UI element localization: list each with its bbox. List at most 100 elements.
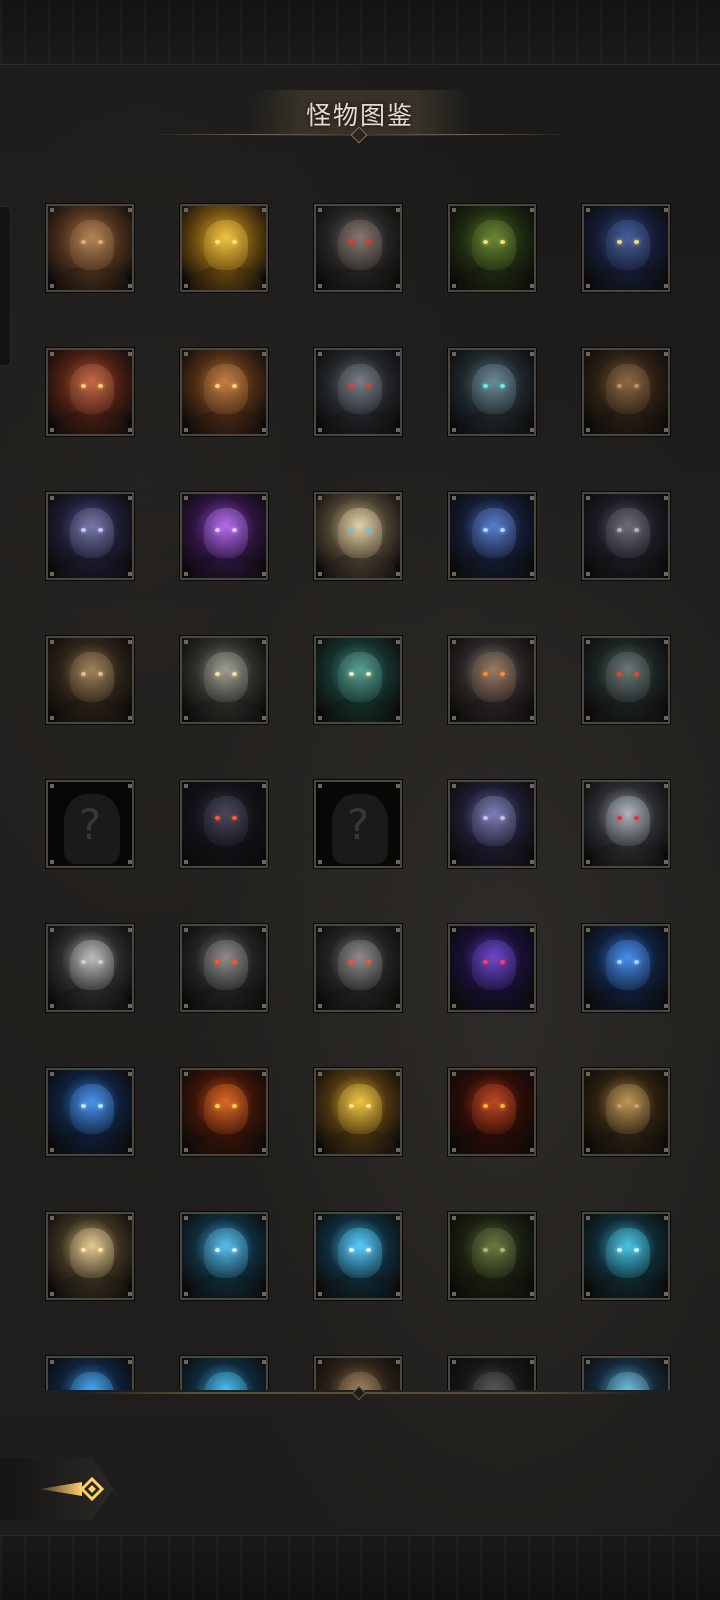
portrait-eye: [232, 1104, 237, 1108]
monster-card-blue-spirit[interactable]: [46, 1356, 134, 1390]
portrait-head: [606, 652, 650, 702]
monster-grid-viewport[interactable]: ??: [0, 190, 720, 1390]
monster-card-fire-dragon[interactable]: [180, 1068, 268, 1156]
monster-card-teal-troll[interactable]: [314, 636, 402, 724]
monster-dark-rogue-portrait: [450, 1358, 534, 1390]
monster-card-silver-elf-maiden[interactable]: [46, 924, 134, 1012]
monster-card-straw-hat-ronin[interactable]: [582, 1068, 670, 1156]
portrait-head: [338, 1084, 382, 1134]
monster-card-green-hooded-cultist[interactable]: [448, 204, 536, 292]
portrait-head: [204, 1084, 248, 1134]
monster-card-pale-orc[interactable]: [180, 636, 268, 724]
portrait-eye: [500, 528, 505, 532]
monster-card-frost-behemoth[interactable]: [582, 1212, 670, 1300]
portrait-eye: [232, 240, 237, 244]
monster-card-masked-sorcerer[interactable]: [46, 492, 134, 580]
portrait-eye: [500, 816, 505, 820]
monster-card-barrel-brute[interactable]: [582, 348, 670, 436]
back-button[interactable]: [0, 1458, 128, 1520]
monster-card-horned-shaman[interactable]: [46, 636, 134, 724]
title-banner: 怪物图鉴: [0, 88, 720, 148]
monster-card-mossy-golem[interactable]: [448, 1212, 536, 1300]
portrait-eye: [366, 1104, 371, 1108]
monster-card-werewolf[interactable]: [582, 636, 670, 724]
portrait-head: [606, 1228, 650, 1278]
portrait-eye: [349, 960, 354, 964]
monster-card-armored-sentinel-cyan[interactable]: [448, 348, 536, 436]
portrait-head: [472, 508, 516, 558]
portrait-eye: [81, 384, 86, 388]
portrait-eye: [215, 672, 220, 676]
monster-card-ice-demon[interactable]: [314, 1212, 402, 1300]
portrait-eye: [98, 672, 103, 676]
portrait-head: [204, 1228, 248, 1278]
monster-card-masked-bandit[interactable]: [314, 204, 402, 292]
monster-card-horned-fire-demon[interactable]: [448, 1068, 536, 1156]
monster-card-dark-rogue[interactable]: [448, 1356, 536, 1390]
monster-card-bear-warrior[interactable]: [314, 1356, 402, 1390]
monster-card-stone-gargoyle-2[interactable]: [314, 924, 402, 1012]
portrait-eye: [634, 384, 639, 388]
monster-card-elf-priestess[interactable]: [314, 492, 402, 580]
monster-card-cyclops-ogre-orange[interactable]: [180, 348, 268, 436]
portrait-eye: [98, 240, 103, 244]
portrait-eye: [232, 1248, 237, 1252]
portrait-eye: [634, 528, 639, 532]
monster-card-blue-armored-knight[interactable]: [582, 924, 670, 1012]
portrait-head: [606, 508, 650, 558]
monster-card-violet-alien[interactable]: [448, 780, 536, 868]
monster-fire-dragon-portrait: [182, 1070, 266, 1154]
portrait-eye: [215, 1248, 220, 1252]
monster-card-blue-hooded-cultist[interactable]: [582, 204, 670, 292]
monster-armored-sentinel-red-portrait: [316, 350, 400, 434]
monster-card-shadow-beast[interactable]: [180, 780, 268, 868]
portrait-head: [472, 940, 516, 990]
monster-card-dark-elf-assassin[interactable]: [582, 492, 670, 580]
monster-card-cyclops-ogre-red[interactable]: [46, 348, 134, 436]
portrait-eye: [215, 240, 220, 244]
question-mark-icon: ?: [78, 800, 102, 849]
portrait-head: [472, 1372, 516, 1390]
monster-golden-dragon-portrait: [182, 206, 266, 290]
portrait-head: [70, 1372, 114, 1390]
portrait-head: [472, 652, 516, 702]
portrait-eye: [349, 240, 354, 244]
portrait-eye: [366, 960, 371, 964]
portrait-eye: [366, 672, 371, 676]
monster-ice-dwarf-portrait: [182, 1214, 266, 1298]
portrait-eye: [98, 528, 103, 532]
monster-grid: ??: [46, 204, 686, 1390]
monster-card-golden-dragon[interactable]: [180, 204, 268, 292]
monster-card-golden-haired-warrior[interactable]: [314, 1068, 402, 1156]
monster-card-unknown-1[interactable]: ?: [46, 780, 134, 868]
monster-card-crystal-giant[interactable]: [582, 1356, 670, 1390]
portrait-eye: [634, 1248, 639, 1252]
monster-card-grey-haired-warlord[interactable]: [448, 636, 536, 724]
portrait-head: [606, 1372, 650, 1390]
monster-blue-crowned-king-portrait: [48, 1070, 132, 1154]
monster-card-goblin-elder[interactable]: [46, 204, 134, 292]
portrait-head: [338, 1228, 382, 1278]
monster-card-blond-swordsman[interactable]: [46, 1212, 134, 1300]
monster-card-purple-tentacle-horror[interactable]: [448, 924, 536, 1012]
monster-card-unknown-2[interactable]: ?: [314, 780, 402, 868]
monster-card-armored-sentinel-red[interactable]: [314, 348, 402, 436]
portrait-head: [338, 508, 382, 558]
monster-armored-sentinel-cyan-portrait: [450, 350, 534, 434]
title-underline-left: [150, 134, 360, 135]
monster-card-stone-gargoyle-1[interactable]: [180, 924, 268, 1012]
portrait-eye: [349, 384, 354, 388]
monster-card-blue-crowned-king[interactable]: [46, 1068, 134, 1156]
portrait-eye: [483, 960, 488, 964]
monster-card-silver-haired-witch[interactable]: [582, 780, 670, 868]
portrait-eye: [232, 960, 237, 964]
monster-card-spectral-wraith[interactable]: [448, 492, 536, 580]
portrait-eye: [232, 816, 237, 820]
portrait-eye: [366, 384, 371, 388]
portrait-eye: [98, 1104, 103, 1108]
monster-card-void-orb[interactable]: [180, 492, 268, 580]
monster-blue-hooded-cultist-portrait: [584, 206, 668, 290]
monster-card-azure-siren[interactable]: [180, 1356, 268, 1390]
back-arrow-icon: [40, 1476, 105, 1502]
monster-card-ice-dwarf[interactable]: [180, 1212, 268, 1300]
